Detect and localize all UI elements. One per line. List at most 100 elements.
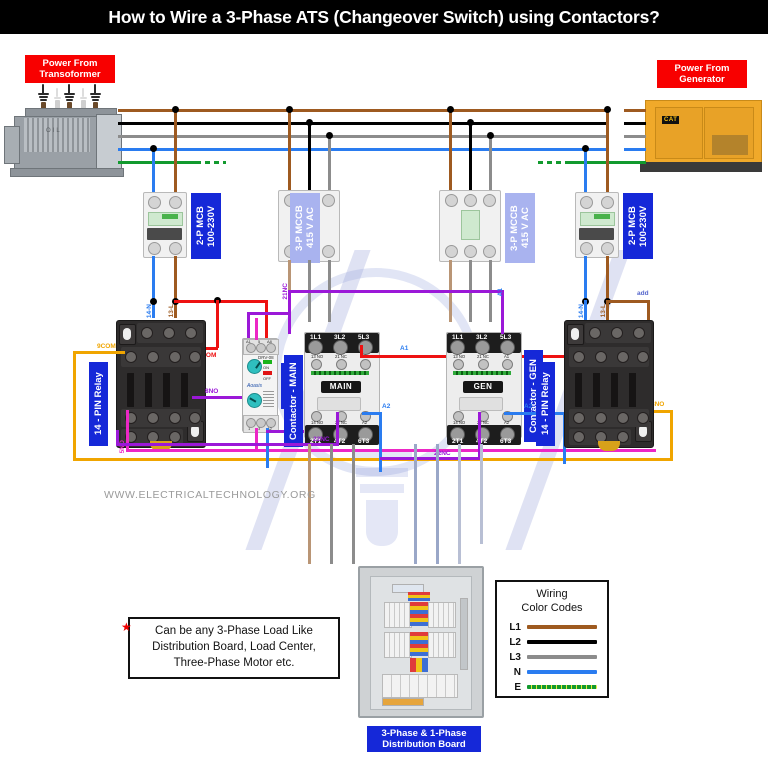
mcb-right-term-3 — [580, 242, 593, 255]
contactor-gen-auxscrew-21nc[interactable] — [478, 359, 489, 370]
timer-screw-a8[interactable] — [266, 343, 276, 353]
tag-left-relay-13L: 13-L — [168, 304, 175, 318]
relay-right-slots — [575, 373, 645, 407]
db-label-line1: 3-Phase & 1-Phase — [381, 728, 467, 739]
xfmr-earth-dash — [196, 161, 226, 164]
relay-left[interactable] — [116, 320, 206, 451]
relay-right-screw-t1[interactable] — [589, 327, 601, 339]
bus-L1-left — [136, 109, 608, 112]
mcb-left-toggle[interactable] — [147, 228, 182, 240]
relay-right-screw-r2a[interactable] — [573, 351, 585, 363]
relay-right[interactable] — [564, 320, 654, 451]
legend-title-line1: Wiring — [536, 588, 568, 600]
watermark-bulb-neck3 — [360, 484, 404, 493]
relay-left-screw-t3[interactable] — [185, 327, 197, 339]
db-mcb-row-2-left[interactable] — [384, 632, 412, 658]
relay-right-screw-r2c[interactable] — [617, 351, 629, 363]
relay-left-screw-r3c[interactable] — [169, 412, 181, 424]
legend-bar-n — [527, 670, 597, 674]
timer-knob-lower[interactable] — [247, 393, 262, 408]
relay-left-screw-8no[interactable] — [189, 412, 201, 424]
transformer-oil-text: OIL — [46, 128, 62, 134]
drop-L1-mccb-right — [449, 110, 452, 195]
gen-out-N — [624, 148, 646, 151]
timer-knob-upper[interactable] — [247, 359, 262, 374]
breaker-mcb-right[interactable] — [575, 192, 619, 258]
gen-out-L3 — [624, 135, 646, 138]
timer-led-off — [263, 371, 272, 375]
relay-right-screw-r3b[interactable] — [595, 412, 607, 424]
contactor-gen-auxscrew-13no[interactable] — [453, 359, 464, 370]
relay-left-screw-t1[interactable] — [141, 327, 153, 339]
timer-wire-magenta-bot — [255, 428, 258, 452]
contactor-main[interactable]: 1L1 3L2 5L3 13 NO 21 NC A1 MAIN 14 NO 22… — [304, 332, 380, 445]
mcb-right-toggle[interactable] — [579, 228, 614, 240]
purple-21nc-top-h — [288, 290, 504, 293]
relay-left-screw-r3b[interactable] — [147, 412, 159, 424]
relay-right-screw-8no[interactable] — [637, 412, 649, 424]
junction-L1-mcb-left — [172, 106, 179, 113]
junction-L2-mccb-left — [306, 119, 313, 126]
contactor-main-auxscrew-a1[interactable] — [360, 359, 371, 370]
brown-right-h1 — [606, 300, 650, 303]
timer-device[interactable]: DRV-08 ON OFF Aoasis A1 5 A8 1 3 A2 — [242, 338, 279, 433]
relay-left-screw-r2b[interactable] — [147, 351, 159, 363]
contactor-main-auxscrew-13no[interactable] — [311, 359, 322, 370]
legend-label-l2: L2 — [509, 637, 521, 648]
db-mcb-row-1-left[interactable] — [384, 602, 412, 628]
relay-right-screw-t3[interactable] — [633, 327, 645, 339]
contactor-main-lever[interactable] — [317, 397, 361, 411]
contactor-gen-auxscrew-a1[interactable] — [502, 359, 513, 370]
orange-9com-v — [73, 351, 76, 461]
mcb-left-term-1 — [148, 196, 161, 209]
contactor-gen-screw-3l2[interactable] — [475, 340, 490, 355]
drop-L2-mccb-right — [469, 123, 472, 195]
bus-N-left — [136, 148, 608, 151]
contactor-main-screw-3l2[interactable] — [333, 340, 348, 355]
contactor-gen-lever[interactable] — [459, 397, 503, 411]
breaker-mccb-right[interactable] — [439, 190, 501, 262]
contactor-gen-screw-5l3[interactable] — [500, 340, 515, 355]
relay-right-screw-r3a[interactable] — [573, 412, 585, 424]
contactor-main-auxscrew-21nc[interactable] — [336, 359, 347, 370]
relay-left-screw-r2c[interactable] — [169, 351, 181, 363]
tag-left-relay-5NO: 5NO — [119, 440, 126, 454]
drop-L2-mccb-left — [308, 123, 311, 195]
bus-L3-left — [136, 135, 608, 138]
timer-screw-5[interactable] — [256, 343, 266, 353]
load-feed-x2 — [480, 444, 483, 544]
contactor-gen[interactable]: 1L1 3L2 5L3 13 NO 21 NC A1 GEN 14 NO 22 … — [446, 332, 522, 445]
relay-left-screw-t2[interactable] — [163, 327, 175, 339]
timer-led-on-label: ON — [263, 365, 269, 370]
tag-right-relay-13L: 13-L — [600, 304, 607, 318]
relay-right-screw-r4a[interactable] — [573, 431, 585, 443]
junction-L1-mccb-right — [447, 106, 454, 113]
relay-left-screw-9com[interactable] — [125, 351, 137, 363]
site-watermark: WWW.ELECTRICALTECHNOLOGY.ORG — [104, 489, 316, 501]
orange-right-v — [670, 410, 673, 460]
db-mcb-row-2-right[interactable] — [428, 632, 456, 658]
contactor-gen-b-6t3: 6T3 — [500, 438, 512, 445]
drop-L1-to-mcb-right — [606, 110, 609, 195]
generator-label-line2: Generator — [679, 74, 725, 85]
relay-right-screw-r2b[interactable] — [595, 351, 607, 363]
tag-A2-main: A2 — [382, 403, 391, 410]
load-feed-x1 — [458, 444, 461, 564]
mcb-right-green — [594, 214, 610, 219]
db-mcb-row-1-right[interactable] — [428, 602, 456, 628]
mcb-right-term-2 — [601, 196, 614, 209]
legend-bar-l2 — [527, 640, 597, 644]
db-main-switch-row[interactable] — [382, 674, 458, 698]
wiring-color-codes-legend: Wiring Color Codes L1 L2 L3 N E — [495, 580, 609, 698]
relay-right-screw-t2[interactable] — [611, 327, 623, 339]
relay-left-screw-12com[interactable] — [189, 351, 201, 363]
breaker-mcb-left[interactable] — [143, 192, 187, 258]
timer-screw-a1[interactable] — [246, 343, 256, 353]
contactor-gen-screw-1l1[interactable] — [450, 340, 465, 355]
distribution-board[interactable] — [358, 566, 484, 718]
relay-right-screw-12com[interactable] — [637, 351, 649, 363]
relay-right-screw-r3c[interactable] — [617, 412, 629, 424]
mccb-left-line2: 415 V AC — [305, 207, 316, 249]
transformer-base — [10, 168, 124, 177]
contactor-main-screw-1l1[interactable] — [308, 340, 323, 355]
